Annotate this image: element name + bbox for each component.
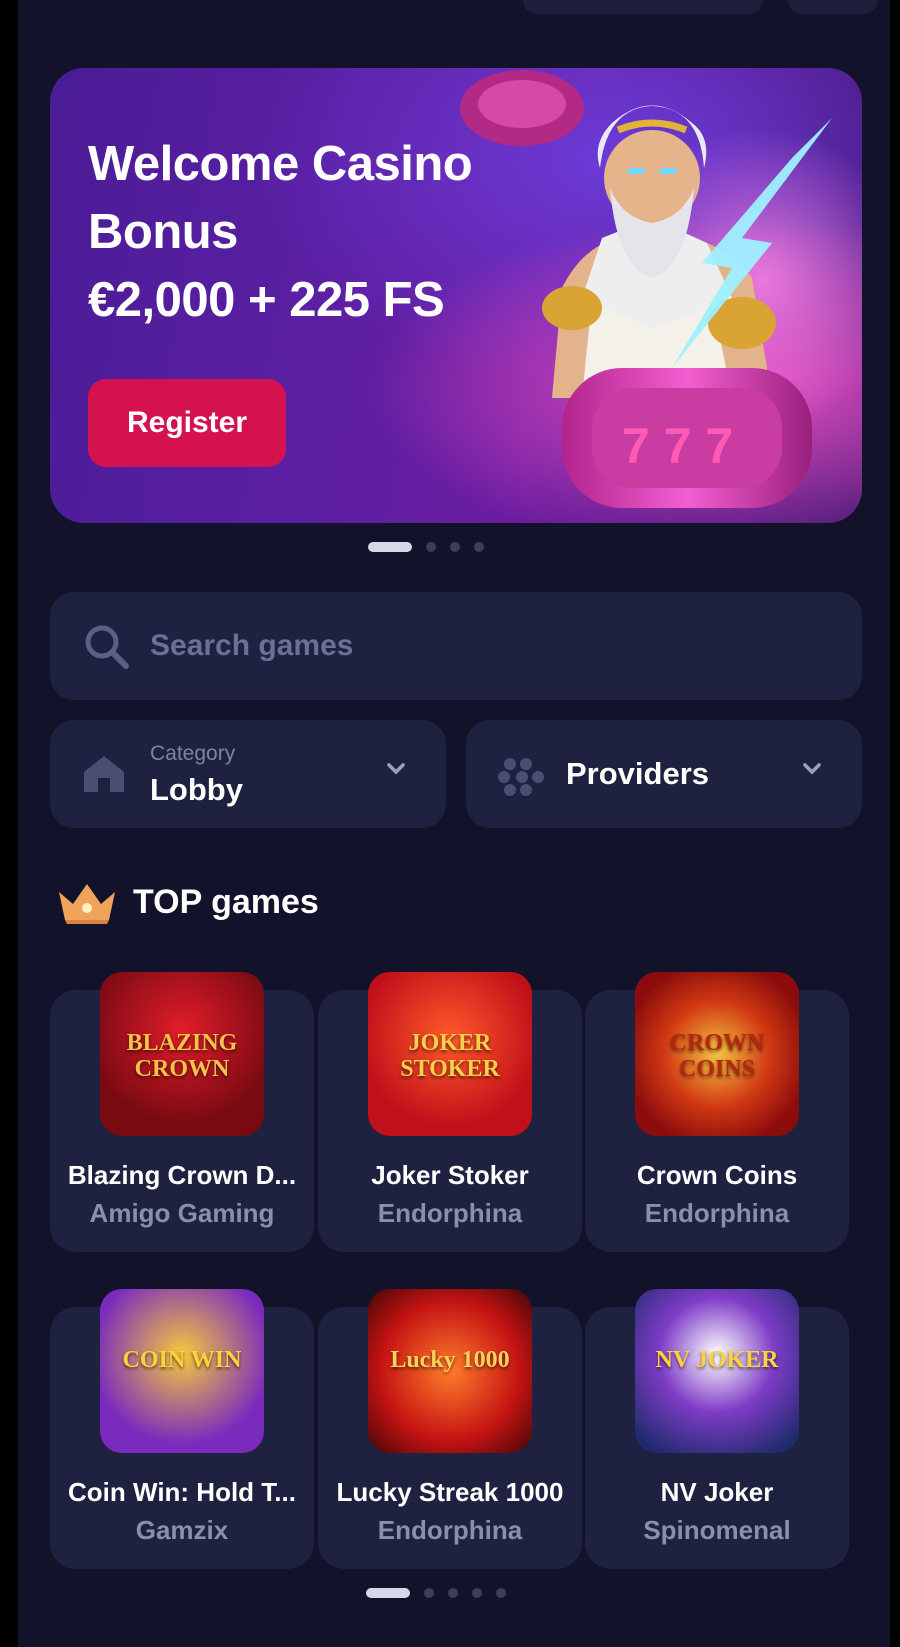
game-logo-text: JOKER STOKER: [400, 1030, 500, 1082]
game-name: Blazing Crown D...: [67, 1160, 297, 1190]
game-logo-text: NV JOKER: [655, 1347, 779, 1373]
game-thumbnail[interactable]: COIN WIN: [100, 1289, 264, 1453]
section-title: TOP games: [133, 882, 319, 921]
pagination-dot[interactable]: [424, 1588, 434, 1598]
game-provider: Endorphina: [644, 1198, 790, 1228]
game-card[interactable]: COIN WIN Coin Win: Hold T... Gamzix: [50, 1289, 314, 1569]
game-name: Lucky Streak 1000: [336, 1477, 564, 1507]
home-icon: [84, 756, 124, 792]
top-bar-button[interactable]: [788, 0, 878, 14]
pagination-dot[interactable]: [368, 542, 412, 552]
providers-grid-icon: [498, 758, 544, 796]
category-caption: Category: [150, 742, 236, 765]
game-thumbnail[interactable]: CROWN COINS: [635, 972, 799, 1136]
game-provider: Gamzix: [135, 1515, 229, 1545]
game-logo-text: COIN WIN: [122, 1347, 242, 1373]
pagination-dot[interactable]: [474, 542, 484, 552]
game-thumbnail[interactable]: BLAZING CROWN: [100, 972, 264, 1136]
top-games-heading: TOP games: [55, 878, 319, 926]
svg-text:7 7 7: 7 7 7: [622, 418, 733, 474]
search-bar[interactable]: [50, 592, 862, 700]
top-bar-pill[interactable]: [523, 0, 763, 14]
app-screen: Welcome Casino Bonus €2,000 + 225 FS Reg…: [18, 0, 890, 1647]
games-pagination: [366, 1588, 506, 1598]
promo-banner[interactable]: Welcome Casino Bonus €2,000 + 225 FS Reg…: [50, 68, 862, 523]
banner-title: Welcome Casino Bonus €2,000 + 225 FS: [88, 137, 473, 327]
game-name: NV Joker: [660, 1477, 774, 1507]
category-value: Lobby: [150, 772, 243, 807]
chevron-down-icon: [387, 763, 405, 775]
game-thumbnail[interactable]: Lucky 1000: [368, 1289, 532, 1453]
game-card[interactable]: BLAZING CROWN Blazing Crown D... Amigo Gam…: [50, 972, 314, 1252]
providers-value: Providers: [566, 756, 710, 791]
game-provider: Endorphina: [377, 1515, 523, 1545]
pagination-dot[interactable]: [496, 1588, 506, 1598]
register-button[interactable]: Register: [88, 379, 286, 467]
pagination-dot[interactable]: [450, 542, 460, 552]
game-logo-text: CROWN COINS: [669, 1030, 765, 1082]
game-provider: Endorphina: [377, 1198, 523, 1228]
chevron-down-icon: [803, 763, 821, 775]
game-logo-text: Lucky 1000: [390, 1347, 510, 1373]
game-provider: Spinomenal: [643, 1515, 791, 1545]
category-select[interactable]: Category Lobby: [50, 720, 446, 828]
pagination-dot[interactable]: [366, 1588, 410, 1598]
pagination-dot[interactable]: [472, 1588, 482, 1598]
game-card[interactable]: JOKER STOKER Joker Stoker Endorphina: [318, 972, 582, 1252]
pagination-dot[interactable]: [426, 542, 436, 552]
game-name: Joker Stoker: [371, 1160, 529, 1190]
search-input[interactable]: [150, 622, 810, 670]
search-icon: [85, 625, 129, 669]
banner-pagination: [368, 542, 484, 552]
game-thumbnail[interactable]: JOKER STOKER: [368, 972, 532, 1136]
game-logo-text: BLAZING CROWN: [126, 1030, 238, 1082]
providers-select[interactable]: Providers: [466, 720, 862, 828]
game-card[interactable]: Lucky 1000 Lucky Streak 1000 Endorphina: [318, 1289, 582, 1569]
crown-icon: [59, 884, 115, 924]
game-name: Crown Coins: [636, 1160, 798, 1190]
game-card[interactable]: NV JOKER NV Joker Spinomenal: [585, 1289, 849, 1569]
game-provider: Amigo Gaming: [89, 1198, 275, 1228]
game-card[interactable]: CROWN COINS Crown Coins Endorphina: [585, 972, 849, 1252]
game-name: Coin Win: Hold T...: [68, 1477, 296, 1507]
game-thumbnail[interactable]: NV JOKER: [635, 1289, 799, 1453]
pagination-dot[interactable]: [448, 1588, 458, 1598]
